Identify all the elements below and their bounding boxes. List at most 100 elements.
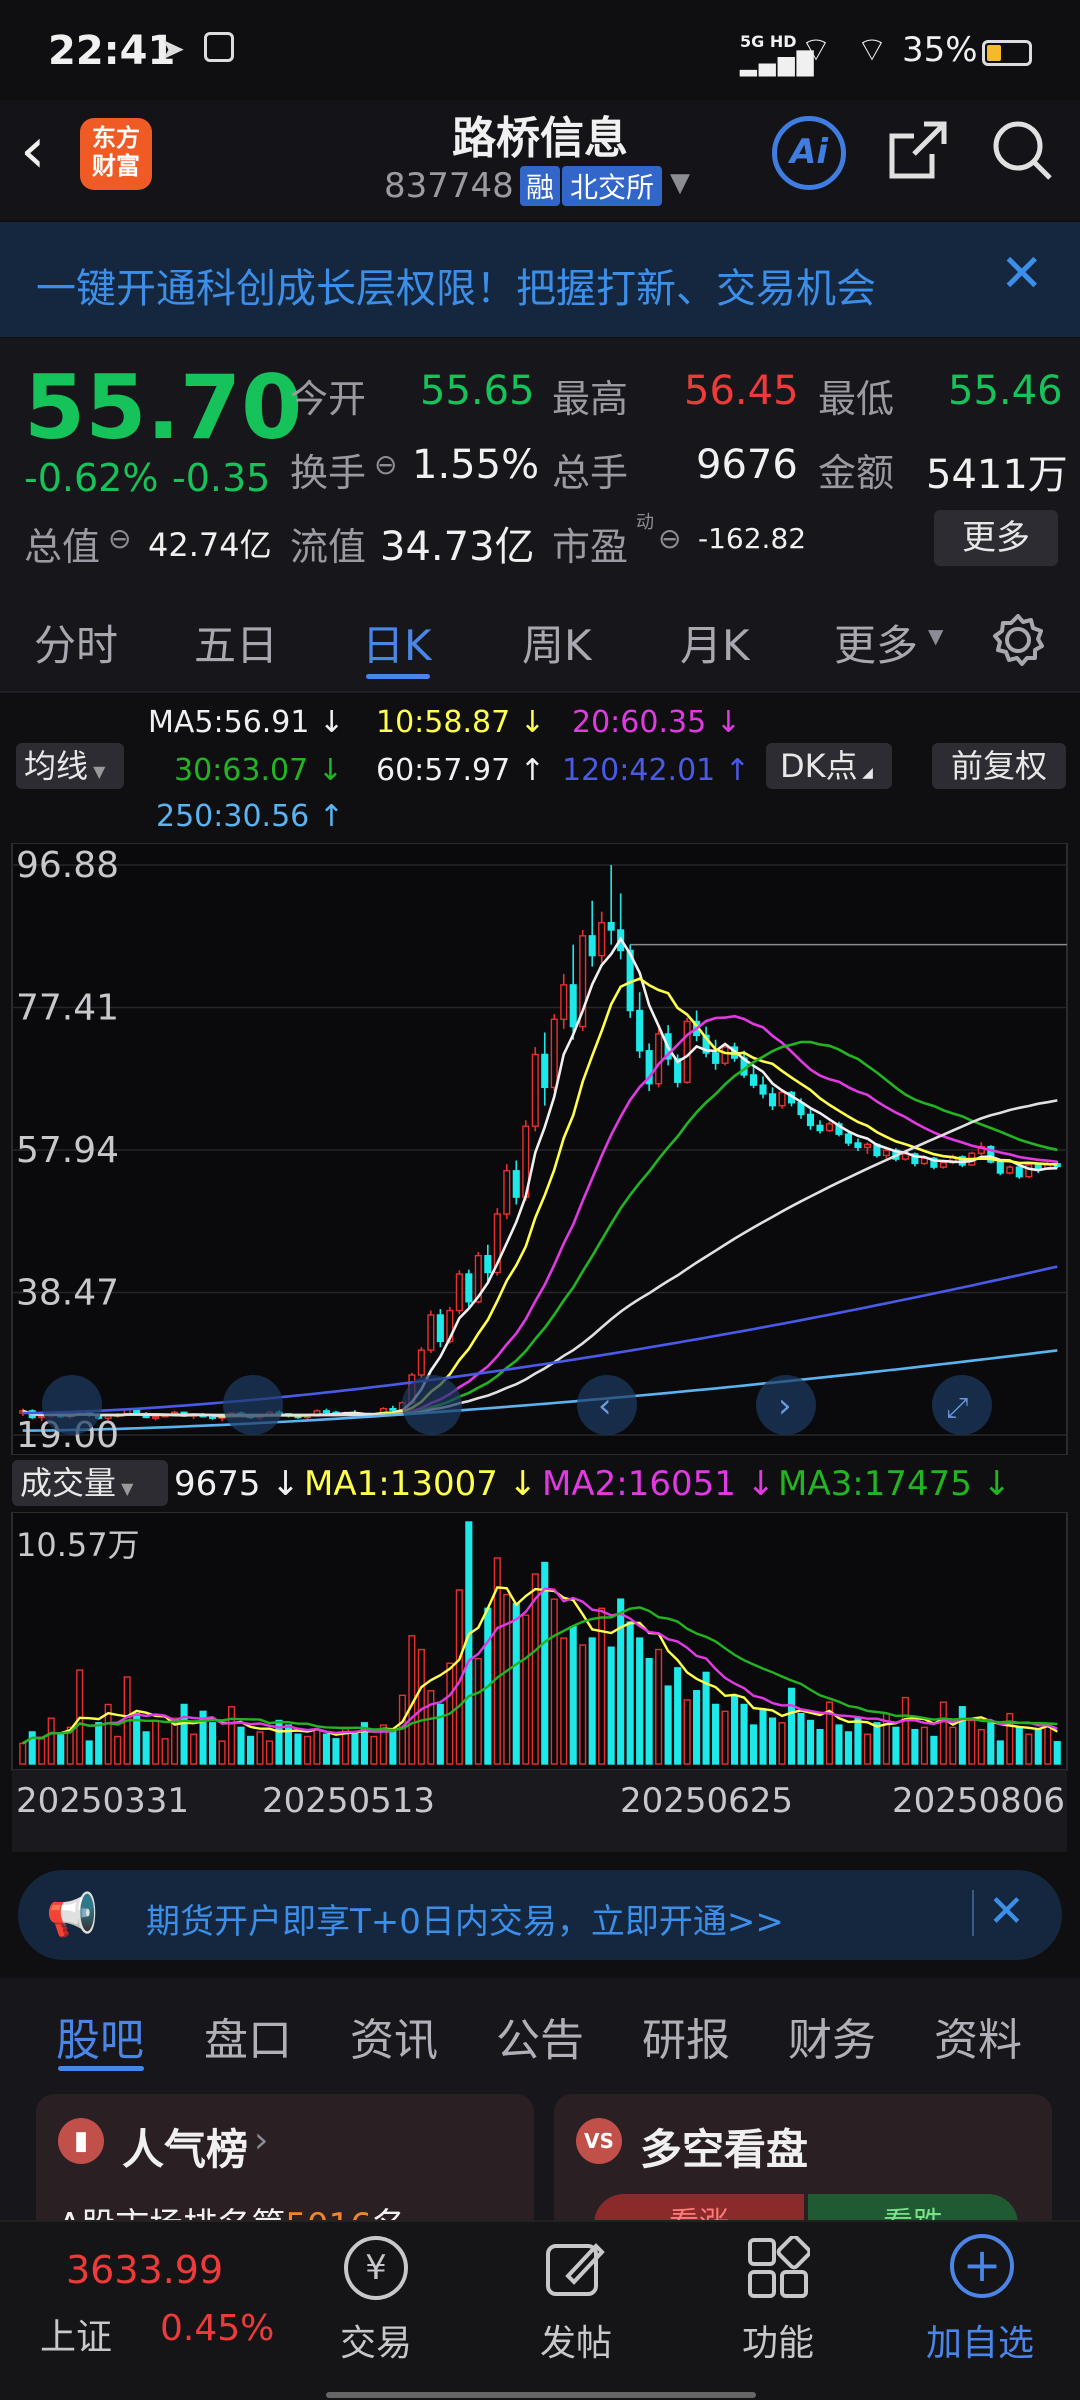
volume-bar [768, 1717, 777, 1765]
close-icon[interactable]: ✕ [1000, 244, 1044, 304]
status-bar: 22:41 ➤ 5G HD ▂▄▆█ ⌔ ⌔ 35% [0, 0, 1080, 100]
info-icon[interactable]: ⊖ [658, 522, 681, 555]
stock-header: ‹ 东方 财富 路桥信息 837748 融 北交所 ▼ Ai [0, 100, 1080, 220]
tab-more[interactable]: 更多 [834, 612, 918, 673]
y-tick-label: 96.88 [16, 845, 119, 886]
wifi-icon: ⌔ [856, 30, 888, 70]
tab-five-day[interactable]: 五日 [194, 612, 278, 673]
tab-profile[interactable]: 资料 [934, 2004, 1022, 2068]
promo-text: 期货开户即享T+0日内交易，立即开通>> [146, 1902, 784, 1942]
dk-point-button[interactable]: DK点 ◢ [766, 743, 892, 789]
vs-icon: VS [576, 2118, 622, 2164]
active-tab-indicator [366, 674, 430, 679]
volume-bar [930, 1735, 938, 1765]
popularity-text: A股市场排名第5016名 [58, 2198, 406, 2222]
change-amount: -0.35 [172, 456, 271, 500]
candle-body [598, 921, 606, 957]
search-icon[interactable] [990, 118, 1056, 184]
tab-order-book[interactable]: 盘口 [204, 2004, 292, 2068]
volume-bar [541, 1561, 549, 1765]
volume-bar [417, 1648, 425, 1765]
bear-button[interactable]: 看跌 [808, 2194, 1018, 2222]
volume-bar [911, 1728, 919, 1765]
volume-ma2-name: MA2 [542, 1464, 617, 1504]
volume-bar [503, 1593, 511, 1765]
volume-bar [522, 1614, 530, 1765]
zoom-out-button[interactable] [223, 1375, 283, 1435]
info-icon[interactable]: ⊖ [374, 448, 397, 481]
volume-type-button[interactable]: 成交量 ▼ [12, 1460, 168, 1506]
ai-assistant-button[interactable]: Ai [772, 116, 846, 190]
candlestick-chart[interactable]: 96.8877.4157.9438.4719.00 ‹ › ⤢ [0, 843, 1080, 1455]
adjust-mode-button[interactable]: 前复权 [932, 743, 1066, 789]
popularity-card[interactable]: ▮ 人气榜 › A股市场排名第5016名 [36, 2094, 534, 2222]
dropdown-caret-icon[interactable]: ▼ [670, 168, 690, 198]
x-tick-label: 20250331 [16, 1781, 189, 1821]
candle-body [825, 1123, 834, 1132]
volume-bar [474, 1657, 482, 1765]
market-cap-label: 总值 [24, 525, 101, 569]
wifi-call-icon: ⌔ [800, 30, 832, 70]
candle-body [816, 1124, 824, 1132]
settings-gear-icon[interactable] [990, 612, 1046, 668]
candle-body [560, 984, 568, 1020]
promo-banner[interactable]: 一键开通科创成长层权限！把握打新、交易机会 ✕ [0, 222, 1080, 337]
volume-bar [142, 1731, 150, 1765]
tab-financials[interactable]: 财务 [788, 2004, 876, 2068]
nav-add-watchlist[interactable]: 加自选 [926, 2314, 1034, 2366]
tab-intraday[interactable]: 分时 [34, 612, 118, 673]
tab-research[interactable]: 研报 [642, 2004, 730, 2068]
volume-ma3-value: 17475 ↓ [863, 1464, 1012, 1504]
volume-bar [892, 1726, 900, 1765]
volume-ma1-name: MA1 [304, 1464, 379, 1504]
volume-bar [901, 1696, 909, 1765]
volume-indicator-row: 成交量 ▼ 9675 ↓ MA1:13007 ↓ MA2:16051 ↓ MA3… [0, 1458, 1080, 1510]
share-icon[interactable] [884, 118, 950, 184]
tab-news[interactable]: 资讯 [350, 2004, 438, 2068]
candle-body [749, 1074, 758, 1086]
tab-daily-k[interactable]: 日K [362, 612, 432, 673]
volume-bar [579, 1644, 587, 1765]
candle-body [322, 1410, 331, 1414]
ma-type-button[interactable]: 均线 ▼ [16, 743, 124, 789]
candle-body [768, 1093, 777, 1107]
volume-max-label: 10.57万 [16, 1526, 140, 1564]
close-icon[interactable]: ✕ [988, 1886, 1025, 1937]
candle-body [569, 984, 577, 1028]
bull-button[interactable]: 看涨 [594, 2194, 804, 2222]
volume-bar [749, 1724, 758, 1765]
nav-function[interactable]: 功能 [742, 2314, 814, 2366]
volume-bar [114, 1735, 122, 1765]
bottom-nav: 3633.99 上证 0.45% ¥ 交易 发帖 功能 + 加自选 [0, 2220, 1080, 2400]
volume-bar [1034, 1728, 1042, 1765]
chart-nav-button[interactable] [42, 1375, 102, 1435]
volume-bar [313, 1728, 321, 1765]
zoom-in-button[interactable] [402, 1375, 462, 1435]
index-change: 0.45% [160, 2308, 275, 2349]
volume-bar [674, 1667, 682, 1765]
chart-period-tabs: 分时 五日 日K 周K 月K 更多 ▼ [0, 588, 1080, 693]
volume-bar [1053, 1741, 1061, 1765]
info-icon[interactable]: ⊖ [108, 522, 131, 555]
tab-announcements[interactable]: 公告 [496, 2004, 584, 2068]
long-short-card[interactable]: VS 多空看盘 看涨 看跌 [554, 2094, 1052, 2222]
megaphone-icon: 📢 [46, 1890, 99, 1939]
nav-trade[interactable]: 交易 [340, 2314, 412, 2366]
nav-post[interactable]: 发帖 [540, 2314, 612, 2366]
volume-chart[interactable]: 10.57万 20250331 20250513 20250625 20250806 [0, 1512, 1080, 1852]
volume-bar [370, 1735, 378, 1765]
tab-monthly-k[interactable]: 月K [680, 612, 750, 673]
tab-weekly-k[interactable]: 周K [522, 612, 592, 673]
volume-bar [664, 1685, 672, 1765]
ma10-value: 10:58.87 ↓ [376, 705, 545, 740]
volume-bar [237, 1726, 245, 1765]
futures-promo-bar[interactable]: 📢 期货开户即享T+0日内交易，立即开通>> ✕ [18, 1870, 1062, 1960]
candle-body [996, 1161, 1004, 1174]
volume-bar [256, 1731, 264, 1765]
volume-bar [351, 1731, 359, 1765]
tab-forum[interactable]: 股吧 [56, 2004, 144, 2068]
battery-icon [982, 40, 1032, 66]
more-button[interactable]: 更多 [934, 510, 1058, 566]
candle-body [417, 1349, 425, 1376]
volume-bar [721, 1710, 729, 1765]
